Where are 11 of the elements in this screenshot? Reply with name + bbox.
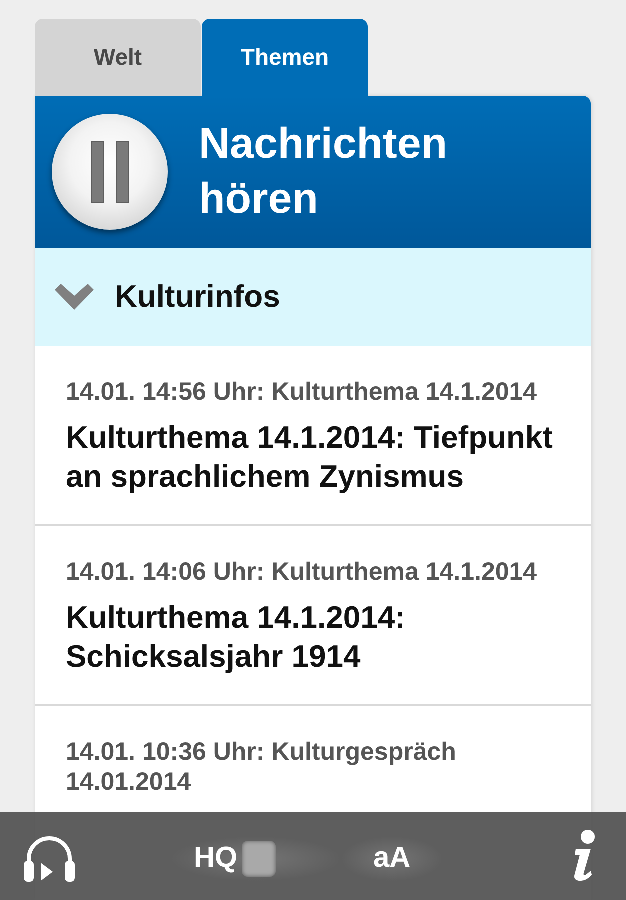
news-title[interactable]: Kulturthema 14.1.2014: Tiefpunkt an sprachlichem Zynismus <box>66 418 571 496</box>
news-title[interactable]: Kulturthema 14.1.2014: Schicksalsjahr 1914 <box>66 598 571 676</box>
hq-label: HQ <box>194 841 238 876</box>
tab[interactable]: Themen <box>202 19 368 96</box>
section-title: Kulturinfos <box>115 278 280 316</box>
section-header[interactable]: Kulturinfos <box>35 248 591 346</box>
news-meta: 14.01. 14:56 Uhr: Kulturthema 14.1.2014 <box>66 377 538 407</box>
news-meta: 14.01. 10:36 Uhr: Kulturgespräch 14.01.2014 <box>66 737 458 797</box>
news-meta: 14.01. 14:06 Uhr: Kulturthema 14.1.2014 <box>66 557 538 587</box>
tab[interactable]: Welt <box>35 19 201 96</box>
player-title: Nachrichten hören <box>199 119 449 225</box>
